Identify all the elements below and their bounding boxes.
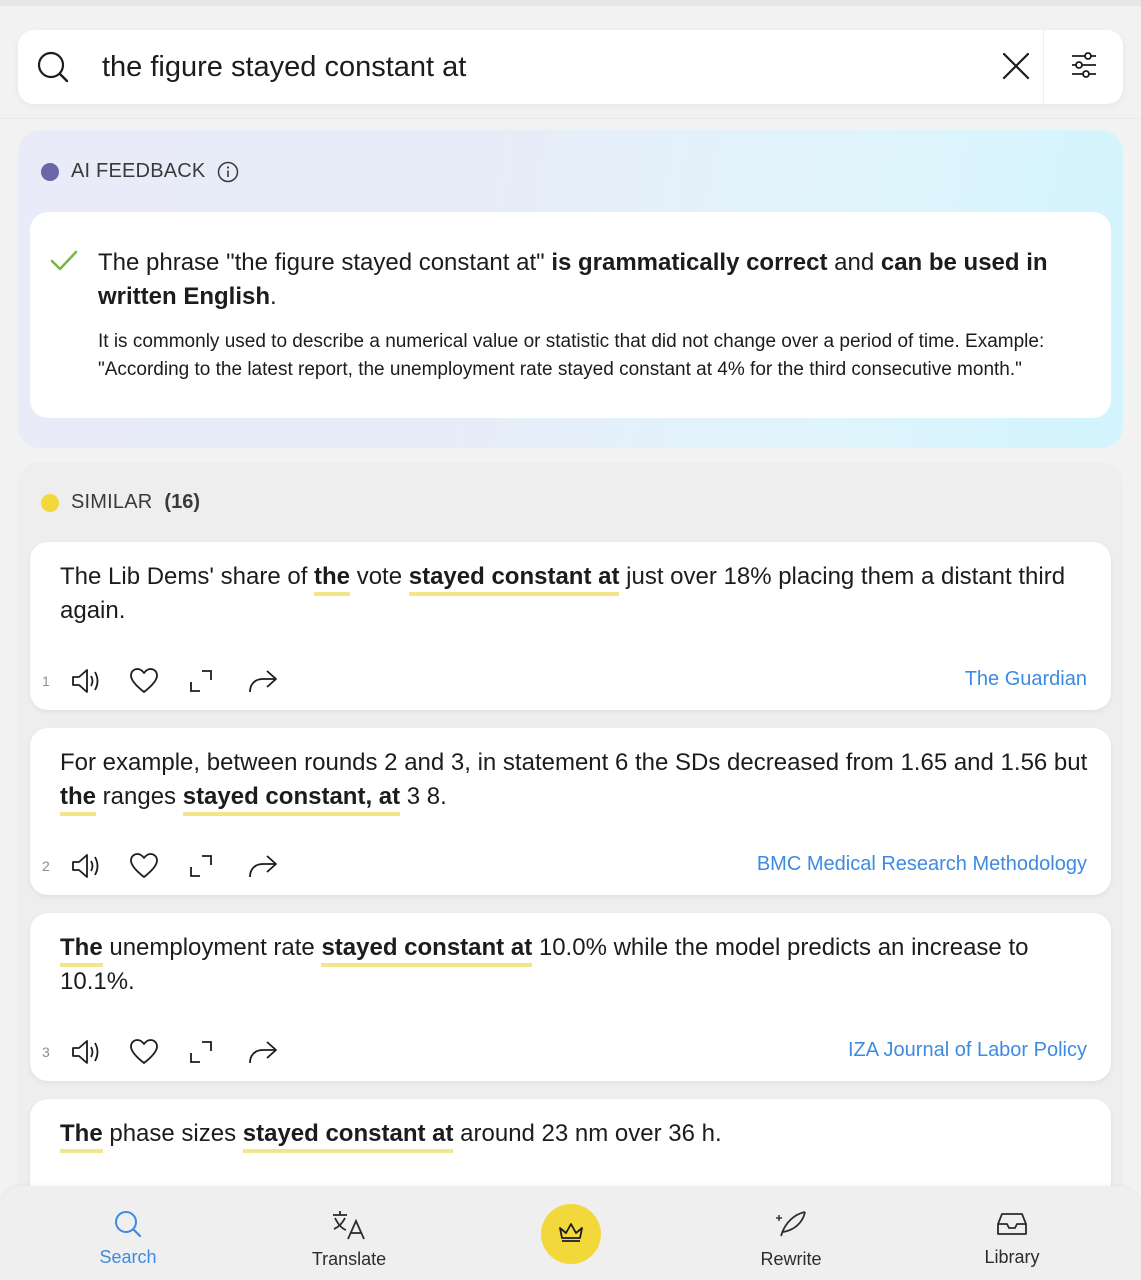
share-button[interactable] [247, 663, 306, 699]
filter-button[interactable] [1043, 30, 1123, 104]
heart-icon [129, 667, 159, 695]
ai-feedback-header: AI FEEDBACK [41, 160, 239, 183]
matched-phrase: stayed constant, at [182, 783, 401, 816]
listen-button[interactable] [70, 663, 129, 699]
result-actions: 3 [42, 1034, 306, 1070]
ai-verdict-text: The phrase "the figure stayed constant a… [98, 246, 1058, 314]
speaker-icon [70, 667, 102, 695]
nav-search[interactable]: Search [48, 1210, 208, 1268]
sentence-text: 3 8. [400, 783, 447, 810]
info-icon[interactable] [217, 161, 239, 183]
search-icon [36, 50, 70, 84]
sentence-text: ranges [96, 783, 183, 810]
similar-label: SIMILAR [71, 491, 153, 513]
expand-icon [188, 1039, 214, 1065]
ai-feedback-label: AI FEEDBACK [71, 160, 206, 182]
share-icon [247, 853, 279, 879]
result-card[interactable]: The unemployment rate stayed constant at… [30, 913, 1111, 1081]
similar-count: (16) [164, 491, 200, 513]
speaker-icon [70, 1038, 102, 1066]
matched-phrase: stayed constant at [408, 563, 620, 596]
nav-translate-label: Translate [311, 1249, 387, 1269]
premium-crown-button[interactable] [541, 1204, 601, 1264]
matched-phrase: The [60, 934, 103, 967]
result-sentence: The unemployment rate stayed constant at… [60, 931, 1090, 999]
result-actions: 2 [42, 848, 306, 884]
close-icon [1001, 51, 1031, 86]
result-card[interactable]: For example, between rounds 2 and 3, in … [30, 728, 1111, 895]
sentence-text: phase sizes [102, 1120, 243, 1147]
favorite-button[interactable] [129, 848, 188, 884]
result-index: 1 [42, 673, 50, 689]
listen-button[interactable] [70, 1034, 129, 1070]
verdict-emphasis: is grammatically correct [551, 249, 828, 276]
inbox-icon [996, 1210, 1028, 1243]
search-input[interactable] [102, 44, 982, 90]
heart-icon [129, 1038, 159, 1066]
similar-dot [41, 493, 59, 512]
result-index: 3 [42, 1044, 50, 1060]
verdict-text: and [827, 249, 881, 276]
share-button[interactable] [247, 848, 306, 884]
header-divider [0, 118, 1141, 119]
sentence-text: around 23 nm over 36 h. [453, 1120, 722, 1147]
expand-button[interactable] [188, 663, 247, 699]
quill-icon [775, 1210, 807, 1245]
matched-phrase: stayed constant at [321, 934, 533, 967]
search-icon [114, 1210, 142, 1243]
result-sentence: The phase sizes stayed constant at aroun… [60, 1117, 1090, 1153]
sentence-text: unemployment rate [102, 934, 322, 961]
ai-feedback-card: The phrase "the figure stayed constant a… [30, 212, 1111, 418]
nav-search-label: Search [99, 1247, 157, 1267]
favorite-button[interactable] [129, 663, 188, 699]
matched-phrase: The [60, 1120, 103, 1153]
nav-rewrite[interactable]: Rewrite [711, 1210, 871, 1270]
nav-library-label: Library [984, 1247, 1040, 1267]
sliders-icon [1070, 51, 1098, 83]
speaker-icon [70, 852, 102, 880]
verdict-text: . [270, 283, 277, 310]
ai-feedback-panel: AI FEEDBACK The phrase "the figure staye… [18, 130, 1123, 448]
favorite-button[interactable] [129, 1034, 188, 1070]
expand-button[interactable] [188, 1034, 247, 1070]
result-source-link[interactable]: BMC Medical Research Methodology [757, 853, 1087, 876]
similar-header: SIMILAR (16) [41, 491, 200, 514]
matched-phrase: the [314, 563, 351, 596]
ai-explanation-text: It is commonly used to describe a numeri… [98, 331, 1045, 380]
result-sentence: For example, between rounds 2 and 3, in … [60, 746, 1090, 816]
result-source-link[interactable]: The Guardian [965, 668, 1087, 691]
result-index: 2 [42, 858, 50, 874]
result-card[interactable]: The Lib Dems' share of the vote stayed c… [30, 542, 1111, 710]
listen-button[interactable] [70, 848, 129, 884]
expand-button[interactable] [188, 848, 247, 884]
heart-icon [129, 852, 159, 880]
crown-icon [556, 1220, 586, 1249]
sentence-text: For example, between rounds 2 and 3, in … [60, 749, 1088, 776]
nav-translate[interactable]: Translate [269, 1210, 429, 1270]
sentence-text: vote [350, 563, 409, 590]
translate-icon [331, 1210, 367, 1245]
verdict-text: The phrase "the figure stayed constant a… [98, 249, 552, 276]
expand-icon [188, 853, 214, 879]
matched-phrase: stayed constant at [242, 1120, 454, 1153]
nav-rewrite-label: Rewrite [760, 1249, 822, 1269]
top-strip [0, 0, 1141, 6]
share-icon [247, 668, 279, 694]
search-bar [18, 30, 1123, 104]
share-icon [247, 1039, 279, 1065]
result-source-link[interactable]: IZA Journal of Labor Policy [848, 1039, 1087, 1062]
result-actions: 1 [42, 663, 306, 699]
result-sentence: The Lib Dems' share of the vote stayed c… [60, 560, 1090, 628]
expand-icon [188, 668, 214, 694]
nav-library[interactable]: Library [932, 1210, 1092, 1268]
bottom-nav: Search Translate Rewrite Library [0, 1186, 1141, 1280]
ai-feedback-dot [41, 162, 59, 181]
sentence-text: The Lib Dems' share of [60, 563, 315, 590]
check-icon [50, 250, 78, 277]
share-button[interactable] [247, 1034, 306, 1070]
matched-phrase: the [60, 783, 96, 816]
clear-search-button[interactable] [996, 48, 1036, 88]
